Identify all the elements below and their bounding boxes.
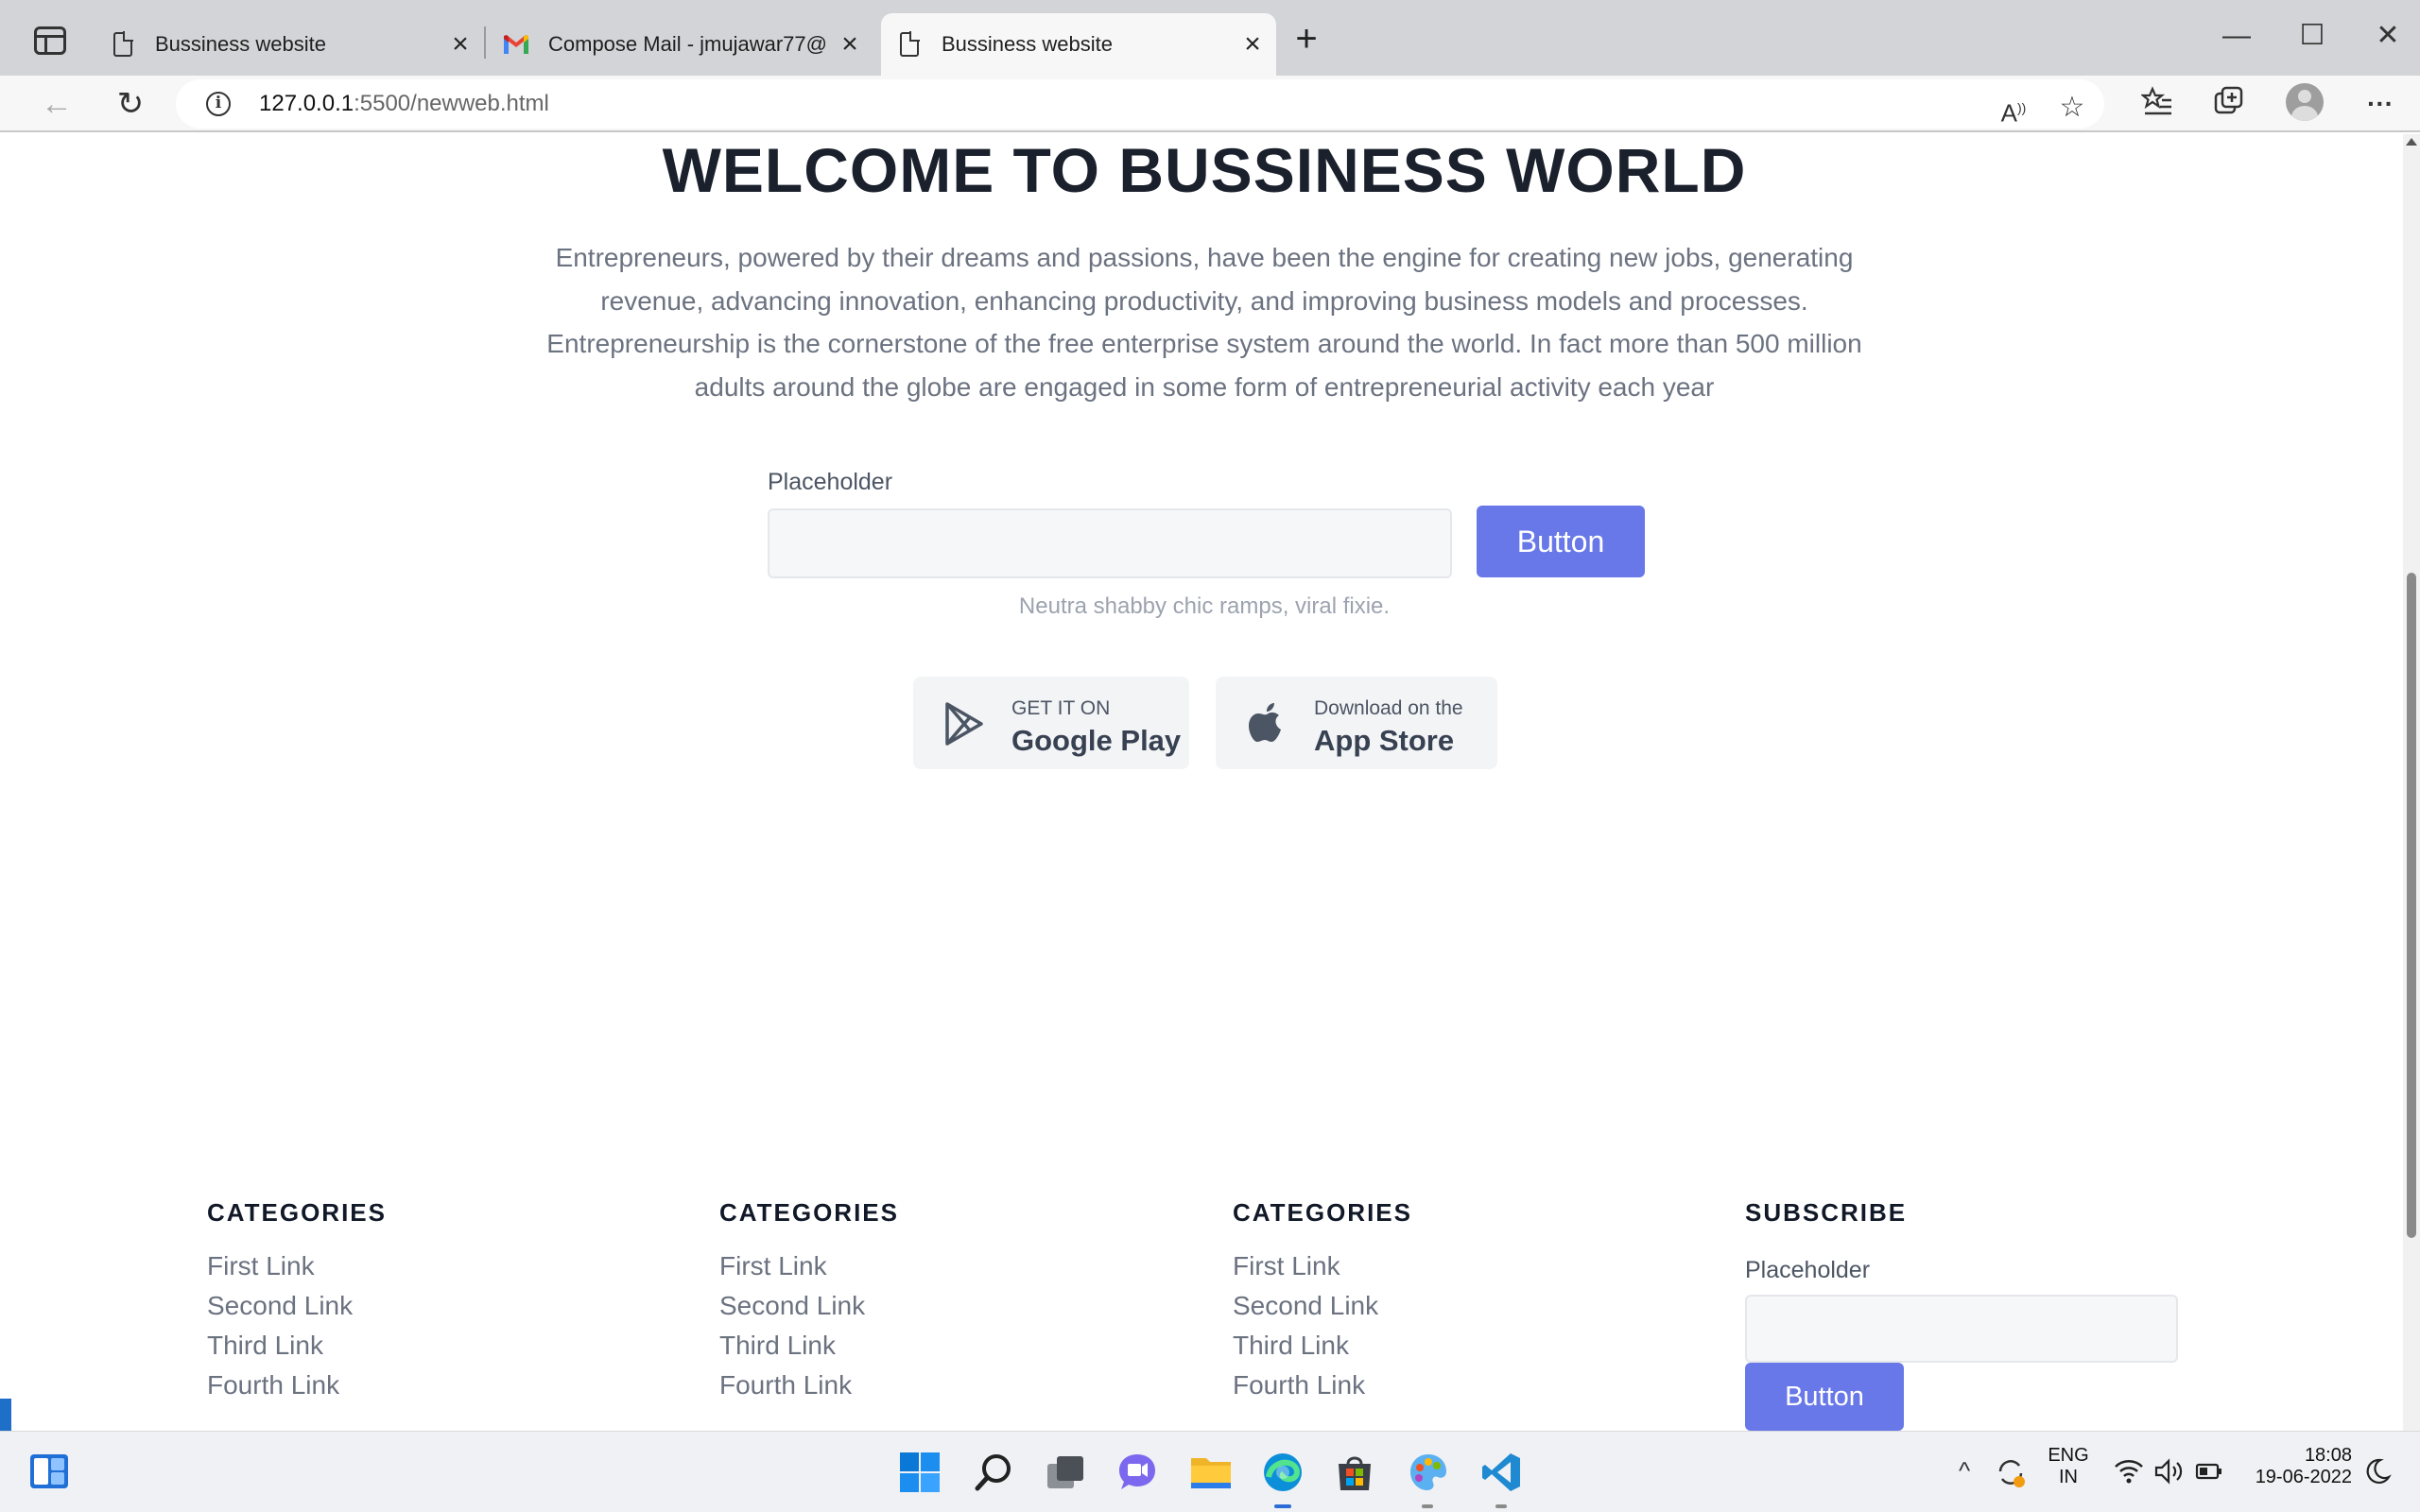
tab-close-icon[interactable]: × — [446, 30, 475, 59]
footer-link[interactable]: First Link — [207, 1251, 315, 1281]
page-description: Entrepreneurs, powered by their dreams a… — [546, 243, 1862, 402]
more-options-icon[interactable]: ··· — [2361, 85, 2399, 123]
hero-submit-button[interactable]: Button — [1477, 506, 1645, 577]
refresh-icon[interactable]: ↻ — [113, 87, 147, 121]
apple-icon — [1248, 699, 1286, 749]
footer-link[interactable]: Third Link — [1233, 1331, 1349, 1361]
google-play-icon — [943, 701, 985, 751]
clock-date: 19-06-2022 — [2255, 1467, 2352, 1487]
start-icon[interactable] — [898, 1451, 942, 1494]
tab-close-icon[interactable]: × — [1238, 30, 1267, 59]
sync-icon[interactable] — [1993, 1454, 2029, 1490]
footer-link[interactable]: First Link — [1233, 1251, 1340, 1281]
wifi-icon[interactable] — [2114, 1456, 2144, 1486]
profile-avatar[interactable] — [2286, 83, 2324, 121]
search-icon[interactable] — [972, 1451, 1015, 1494]
close-window-button[interactable]: ✕ — [2369, 17, 2407, 55]
file-explorer-icon[interactable] — [1189, 1451, 1233, 1494]
browser-toolbar: ← ↻ i 127.0.0.1:5500/newweb.html A)) ☆ ·… — [0, 76, 2420, 132]
store-icon[interactable] — [1333, 1451, 1376, 1494]
google-play-button[interactable]: GET IT ON Google Play — [913, 677, 1189, 769]
footer-link[interactable]: Fourth Link — [719, 1370, 852, 1400]
app-store-big-text: App Store — [1314, 724, 1455, 757]
tab-bussiness-website-active[interactable]: Bussiness website × — [881, 13, 1276, 76]
subscribe-input-label: Placeholder — [1745, 1257, 1871, 1283]
add-favorite-icon[interactable]: ☆ — [2053, 89, 2091, 127]
footer-link[interactable]: Second Link — [1233, 1291, 1378, 1321]
page-title: WELCOME TO BUSSINESS WORLD — [662, 135, 1747, 205]
url-text[interactable]: 127.0.0.1:5500/newweb.html — [259, 91, 549, 117]
back-arrow-icon[interactable]: ← — [40, 87, 74, 121]
tab-bussiness-website-1[interactable]: Bussiness website × — [102, 13, 480, 76]
page-icon — [113, 31, 133, 57]
edge-active-indicator — [1274, 1504, 1291, 1508]
footer-link[interactable]: Third Link — [719, 1331, 836, 1361]
page-icon — [900, 31, 920, 57]
site-info-icon[interactable]: i — [206, 92, 231, 116]
footer-heading: CATEGORIES — [719, 1198, 899, 1227]
gmail-icon — [503, 34, 529, 55]
tab-title: Compose Mail - jmujawar77@gmail.com — [548, 32, 826, 56]
focus-moon-icon[interactable] — [2363, 1456, 2392, 1486]
vscode-running-indicator — [1495, 1504, 1507, 1508]
hero-helper-text: Neutra shabby chic ramps, viral fixie. — [1018, 593, 1391, 619]
footer-heading: CATEGORIES — [1233, 1198, 1412, 1227]
page-scrollbar[interactable] — [2403, 134, 2420, 1431]
chevron-up-icon[interactable]: ^ — [1959, 1456, 1970, 1486]
minimize-button[interactable]: — — [2218, 17, 2256, 55]
address-bar[interactable]: i 127.0.0.1:5500/newweb.html A)) ☆ — [176, 79, 2104, 129]
tab-title: Bussiness website — [155, 32, 326, 56]
edge-icon[interactable] — [1261, 1451, 1305, 1494]
read-aloud-icon[interactable]: A)) — [1995, 89, 2032, 128]
language-indicator[interactable]: ENG IN — [2046, 1445, 2091, 1488]
footer-link[interactable]: Second Link — [207, 1291, 353, 1321]
clock-time: 18:08 — [2304, 1445, 2352, 1466]
scroll-up-arrow[interactable] — [2406, 138, 2417, 146]
volume-icon[interactable] — [2153, 1456, 2186, 1486]
vscode-icon[interactable] — [1480, 1451, 1524, 1494]
favorites-icon[interactable] — [2138, 85, 2176, 123]
paint-icon[interactable] — [1407, 1451, 1450, 1494]
footer-link[interactable]: Fourth Link — [207, 1370, 339, 1400]
hero-text-input[interactable] — [768, 508, 1452, 578]
app-store-button[interactable]: Download on the App Store — [1216, 677, 1497, 769]
clock[interactable]: 18:08 19-06-2022 — [2242, 1445, 2352, 1488]
footer-heading: CATEGORIES — [207, 1198, 387, 1227]
tab-close-icon[interactable]: × — [836, 30, 864, 59]
subscribe-button[interactable]: Button — [1745, 1363, 1904, 1431]
scroll-thumb[interactable] — [2407, 573, 2416, 1238]
web-page: WELCOME TO BUSSINESS WORLD Entrepreneurs… — [0, 134, 2420, 1431]
paint-running-indicator — [1422, 1504, 1433, 1508]
tab-compose-mail[interactable]: Compose Mail - jmujawar77@gmail.com × — [499, 13, 868, 76]
tab-actions-icon[interactable] — [34, 26, 66, 55]
windows-taskbar: ^ ENG IN 18:08 19-06-2022 — [0, 1431, 2420, 1512]
footer-link[interactable]: First Link — [719, 1251, 827, 1281]
collections-icon[interactable] — [2210, 85, 2248, 123]
widgets-icon[interactable] — [28, 1452, 72, 1496]
app-store-small-text: Download on the — [1314, 697, 1463, 719]
hero-input-label: Placeholder — [768, 469, 893, 495]
battery-icon[interactable] — [2195, 1458, 2223, 1485]
task-view-icon[interactable] — [1044, 1451, 1087, 1494]
subscribe-text-input[interactable] — [1745, 1295, 2178, 1363]
desktop-edge — [0, 1399, 11, 1431]
google-play-small-text: GET IT ON — [1011, 697, 1111, 719]
tab-separator — [484, 26, 486, 59]
browser-tab-bar: Bussiness website × Compose Mail - jmuja… — [0, 0, 2420, 76]
footer-link[interactable]: Second Link — [719, 1291, 865, 1321]
tab-title: Bussiness website — [942, 32, 1113, 56]
footer-link[interactable]: Fourth Link — [1233, 1370, 1365, 1400]
teams-chat-icon[interactable] — [1115, 1451, 1159, 1494]
subscribe-heading: SUBSCRIBE — [1745, 1198, 1908, 1227]
google-play-big-text: Google Play — [1011, 724, 1182, 757]
maximize-button[interactable]: ☐ — [2293, 17, 2331, 55]
new-tab-button[interactable]: + — [1289, 20, 1323, 58]
footer-link[interactable]: Third Link — [207, 1331, 323, 1361]
